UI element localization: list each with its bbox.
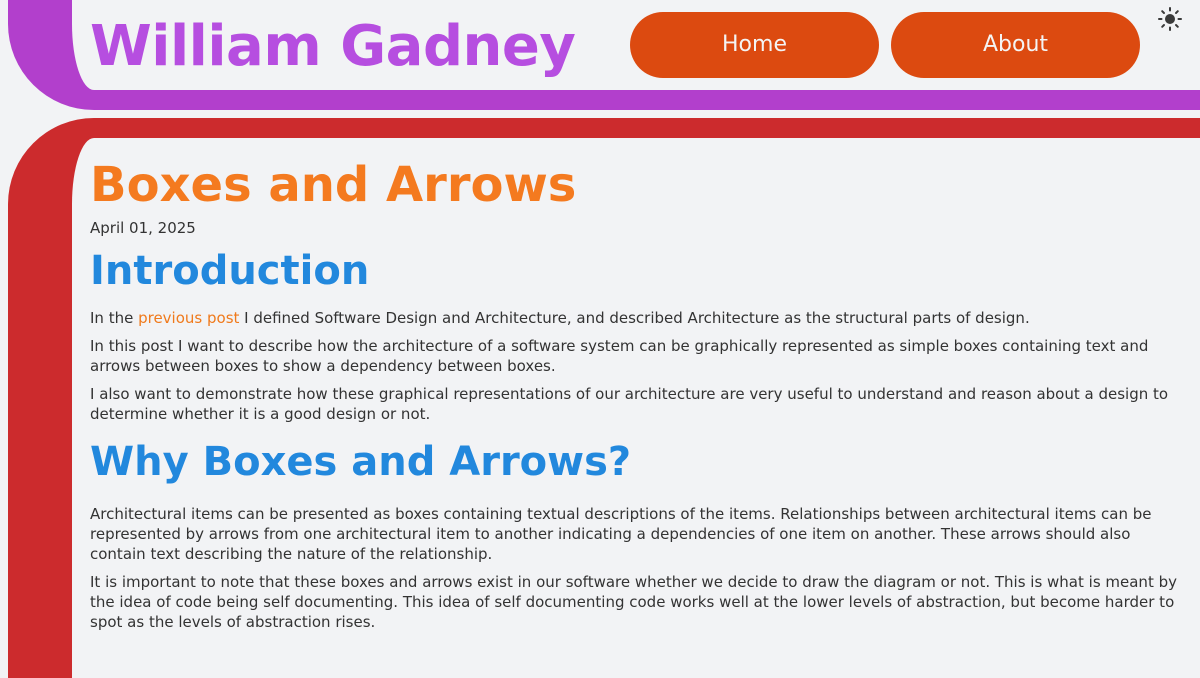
paragraph: I also want to demonstrate how these gra… xyxy=(90,385,1169,423)
paragraph: In this post I want to describe how the … xyxy=(90,337,1149,375)
section-heading-introduction: Introduction xyxy=(90,248,370,294)
section-heading-why-boxes-and-arrows: Why Boxes and Arrows? xyxy=(90,439,632,485)
paragraph: It is important to note that these boxes… xyxy=(90,573,1177,631)
post-title: Boxes and Arrows xyxy=(90,157,577,213)
sun-icon[interactable] xyxy=(1155,4,1185,34)
paragraph-text: In the xyxy=(90,309,139,327)
site-title[interactable]: William Gadney xyxy=(90,12,576,82)
paragraph-text: I defined Software Design and Architectu… xyxy=(239,309,1030,327)
post-article: Boxes and Arrows April 01, 2025 Introduc… xyxy=(90,152,1185,640)
previous-post-link[interactable]: previous post xyxy=(138,309,239,327)
nav-home-button[interactable]: Home xyxy=(630,12,879,78)
paragraph: Architectural items can be presented as … xyxy=(90,505,1152,563)
post-date: April 01, 2025 xyxy=(90,219,196,237)
nav-about-button[interactable]: About xyxy=(891,12,1140,78)
paragraph: In the previous post I defined Software … xyxy=(90,308,1185,328)
